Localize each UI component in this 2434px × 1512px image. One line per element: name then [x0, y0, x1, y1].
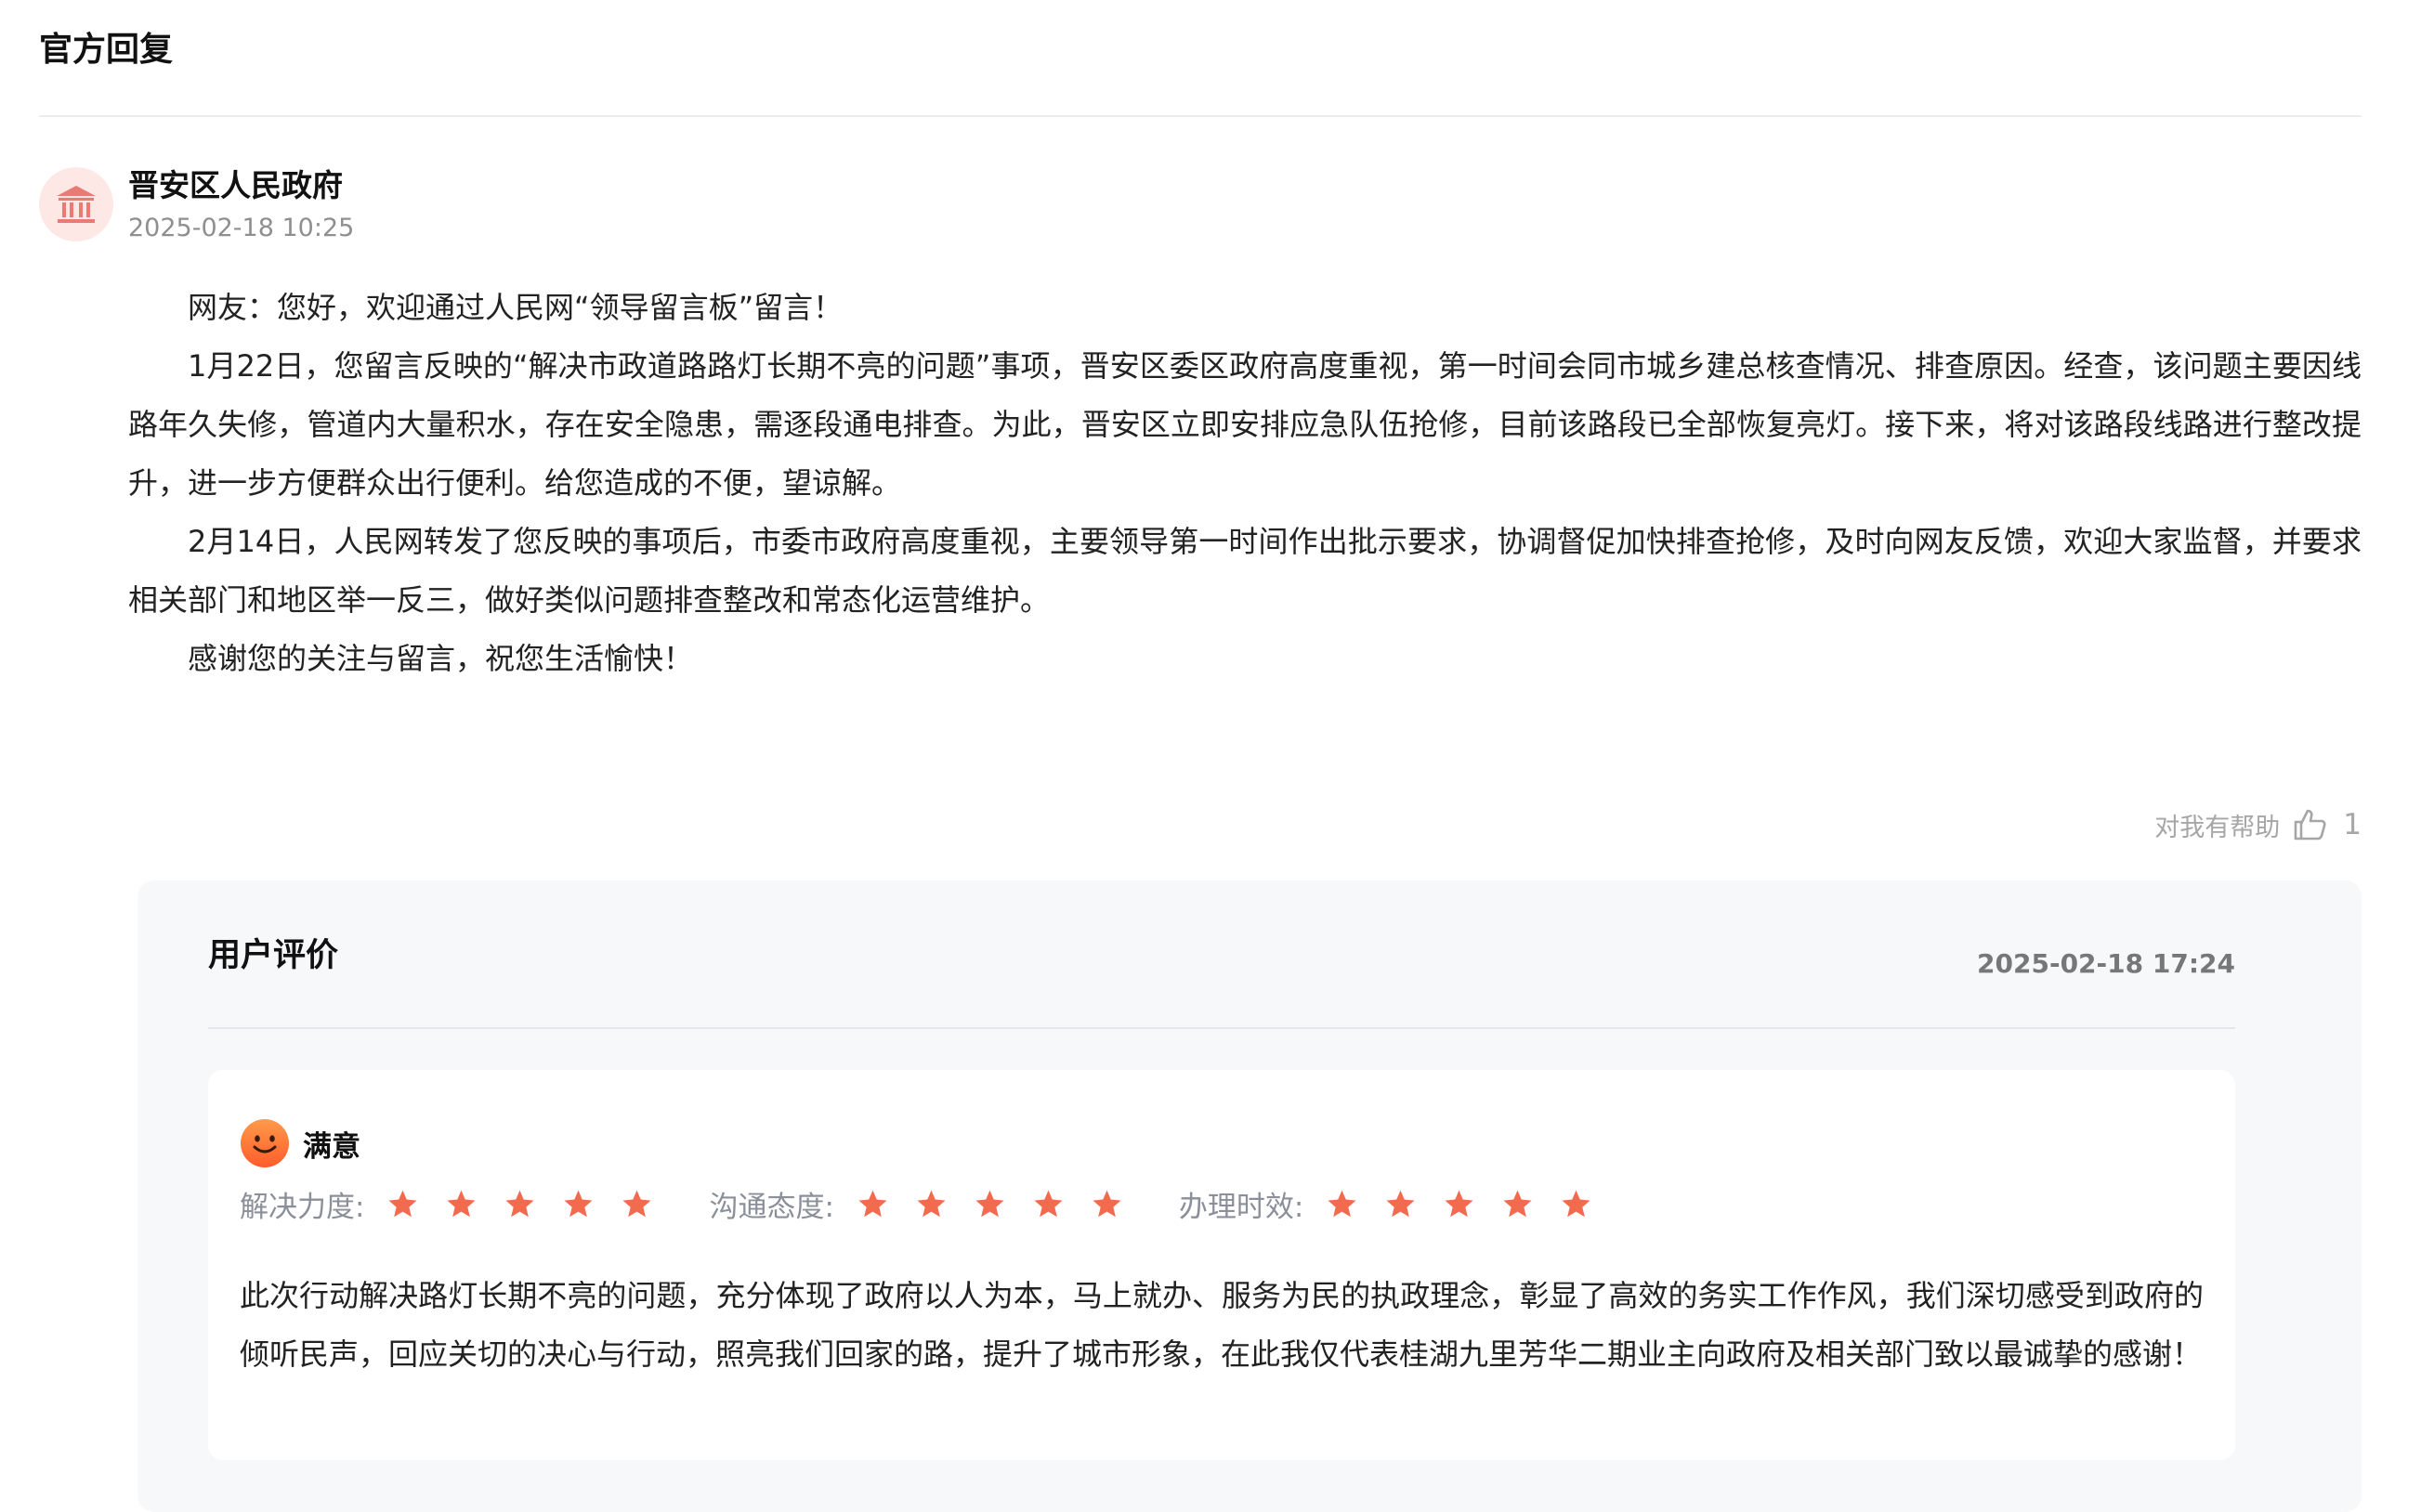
section-divider [39, 115, 2362, 117]
rating-communication: 沟通态度: [709, 1183, 1122, 1225]
reply-paragraph: 感谢您的关注与留言，祝您生活愉快！ [188, 641, 694, 676]
evaluation-title: 用户评价 [208, 937, 339, 974]
star-icon [447, 1190, 476, 1218]
rating-label: 沟通态度: [709, 1191, 834, 1224]
satisfaction-label: 满意 [303, 1129, 360, 1164]
helpful-button[interactable]: 对我有帮助 1 [2154, 806, 2362, 843]
star-rating [386, 1188, 653, 1220]
rating-row: 解决力度: 沟通态度: 办理时效: [240, 1183, 1648, 1225]
star-icon [505, 1190, 534, 1218]
star-icon [917, 1190, 946, 1218]
evaluation-card: 满意 解决力度: 沟通态度: 办理时效: 此次行动解决路灯长期不亮的问题，充分体… [208, 1070, 2235, 1460]
reply-paragraph: 1月22日，您留言反映的“解决市政道路路灯长期不亮的问题”事项，晋安区委区政府高… [128, 348, 2362, 501]
helpful-label: 对我有帮助 [2154, 813, 2281, 842]
star-icon [1386, 1190, 1415, 1218]
rating-timeliness: 办理时效: [1179, 1183, 1592, 1225]
star-icon [1562, 1190, 1590, 1218]
star-icon [622, 1190, 651, 1218]
star-icon [1503, 1190, 1532, 1218]
evaluation-divider [208, 1027, 2235, 1029]
section-title: 官方回复 [39, 31, 174, 69]
star-icon [975, 1190, 1004, 1218]
star-rating [857, 1188, 1123, 1220]
user-evaluation-panel: 用户评价 2025-02-18 17:24 满意 解决力度: 沟通态度: 办理时… [137, 880, 2362, 1512]
star-icon [858, 1190, 887, 1218]
rating-label: 解决力度: [240, 1191, 365, 1224]
reply-timestamp: 2025-02-18 10:25 [128, 214, 355, 242]
smiley-face-icon [241, 1119, 289, 1167]
government-building-icon [57, 186, 96, 223]
reply-paragraph: 网友：您好，欢迎通过人民网“领导留言板”留言！ [188, 290, 844, 325]
rating-resolution: 解决力度: [240, 1183, 653, 1225]
evaluation-comment: 此次行动解决路灯长期不亮的问题，充分体现了政府以人为本，马上就办、服务为民的执政… [240, 1278, 2204, 1372]
star-icon [388, 1190, 417, 1218]
helpful-count: 1 [2343, 808, 2362, 841]
satisfaction-badge: 满意 [240, 1118, 360, 1168]
star-icon [1328, 1190, 1356, 1218]
org-avatar [39, 167, 113, 241]
star-rating [1326, 1188, 1592, 1220]
reply-paragraph: 2月14日，人民网转发了您反映的事项后，市委市政府高度重视，主要领导第一时间作出… [128, 524, 2362, 618]
star-icon [1093, 1190, 1121, 1218]
reply-body: 网友：您好，欢迎通过人民网“领导留言板”留言！ 1月22日，您留言反映的“解决市… [128, 279, 2362, 688]
org-name: 晋安区人民政府 [128, 167, 343, 203]
thumbs-up-icon [2294, 809, 2326, 841]
official-reply-page: 官方回复 晋安区人民政府 2025-02-18 10:25 网友：您好，欢迎通过… [0, 0, 2434, 1512]
star-icon [1034, 1190, 1063, 1218]
rating-label: 办理时效: [1178, 1191, 1304, 1224]
evaluation-timestamp: 2025-02-18 17:24 [1977, 948, 2235, 979]
star-icon [1445, 1190, 1473, 1218]
star-icon [564, 1190, 593, 1218]
